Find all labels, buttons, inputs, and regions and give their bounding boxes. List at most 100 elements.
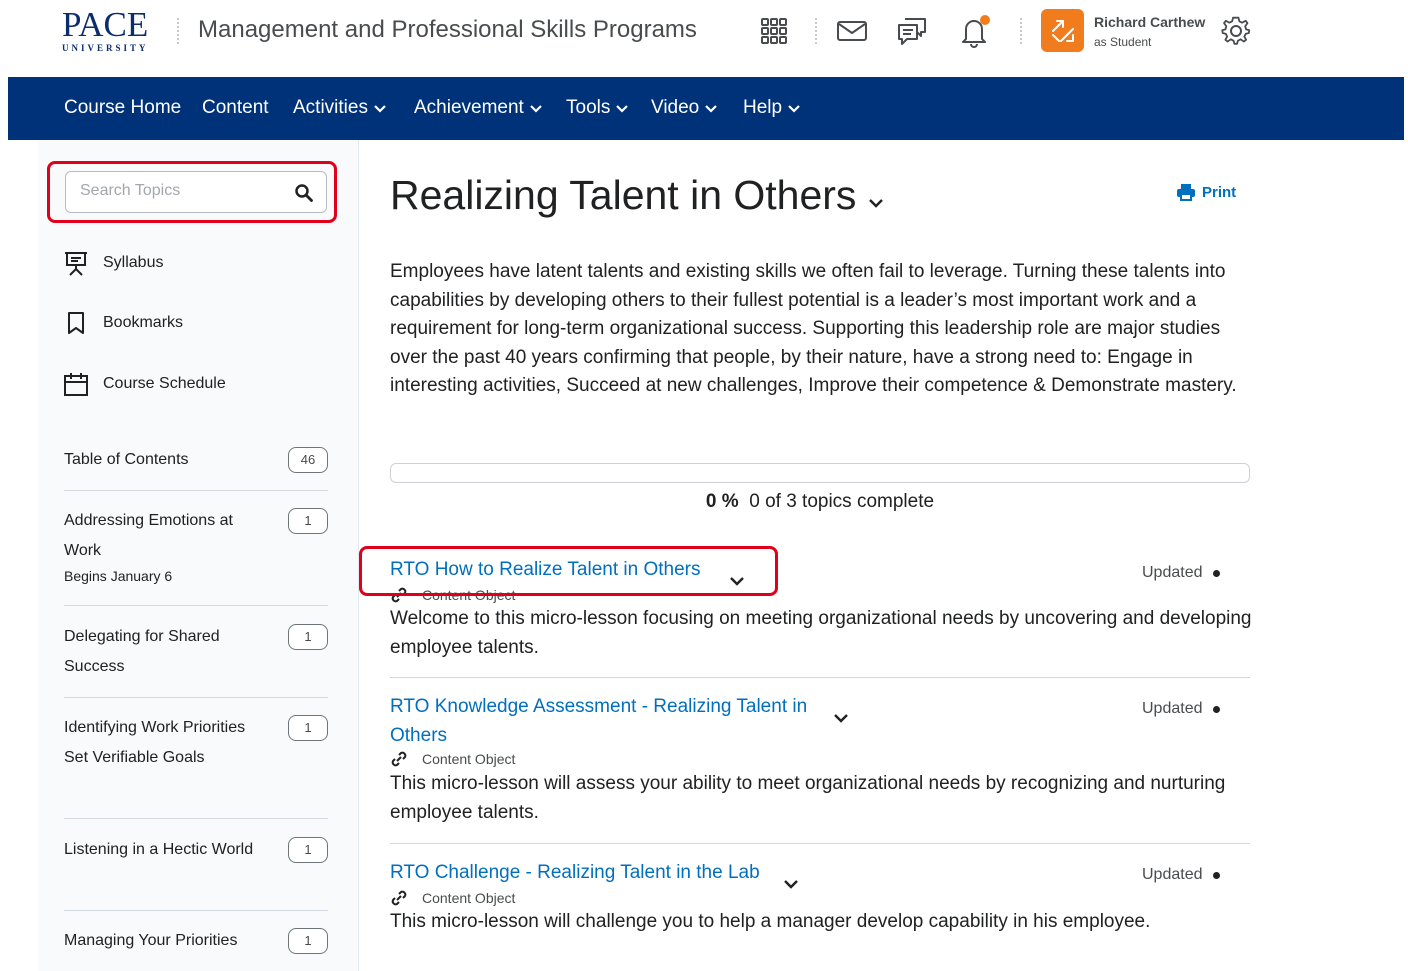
nav-tools[interactable]: Tools: [566, 97, 629, 119]
nav-video[interactable]: Video: [651, 97, 718, 119]
link-icon: [391, 890, 407, 906]
topic-type: Content Object: [390, 586, 515, 604]
link-icon: [391, 751, 407, 767]
progress-bar: [390, 463, 1250, 483]
calendar-icon: [63, 371, 89, 397]
toc-item-label: Delegating for Shared Success: [64, 628, 220, 675]
print-label: Print: [1202, 183, 1237, 201]
progress-count: 0 of 3 topics complete: [749, 491, 935, 512]
topic-status-label: Updated: [1142, 866, 1203, 883]
toc-item-date: Begins January 6: [64, 568, 173, 584]
nav-label: Content: [202, 97, 269, 118]
logo-main-text: PACE: [62, 5, 149, 44]
header-divider: [1020, 18, 1022, 44]
toc-count-badge: 1: [288, 837, 328, 863]
chevron-down-icon[interactable]: [728, 574, 746, 592]
nav-label: Achievement: [414, 97, 524, 118]
pace-logo[interactable]: PACE UNIVERSITY: [62, 5, 158, 54]
chat-icon[interactable]: [895, 14, 929, 48]
topic-status: Updated: [1142, 700, 1220, 718]
toc-count-badge: 1: [288, 715, 328, 741]
topic-title-link[interactable]: RTO How to Realize Talent in Others: [390, 556, 700, 585]
waffle-icon[interactable]: [757, 14, 791, 48]
top-header: PACE UNIVERSITY Management and Professio…: [0, 0, 1408, 77]
nav-label: Help: [743, 97, 783, 118]
toc-count-badge: 1: [288, 928, 328, 954]
topic-type: Content Object: [390, 750, 515, 768]
topic-status: Updated: [1142, 866, 1220, 884]
chevron-down-icon: [788, 105, 800, 113]
toc-item-table-of-contents[interactable]: Table of Contents 46: [64, 445, 328, 475]
chevron-down-icon[interactable]: [866, 196, 886, 215]
toc-item-label: Managing Your Priorities: [64, 932, 238, 949]
nav-content[interactable]: Content: [202, 97, 269, 119]
toc-divider: [64, 605, 328, 606]
course-title[interactable]: Management and Professional Skills Progr…: [198, 16, 697, 44]
nav-course-home[interactable]: Course Home: [64, 97, 181, 119]
toc-item-label: Addressing Emotions at Work: [64, 512, 233, 559]
bell-icon[interactable]: [957, 14, 991, 48]
link-icon: [391, 587, 407, 603]
search-topics-input[interactable]: [80, 182, 280, 200]
avatar[interactable]: [1041, 9, 1084, 52]
search-topics-box: [65, 171, 327, 213]
sidebar-item-label: Course Schedule: [103, 375, 226, 392]
printer-icon: [1177, 184, 1195, 201]
swap-icon: [1051, 19, 1074, 42]
status-dot-icon: [1212, 705, 1220, 713]
chevron-down-icon: [530, 105, 542, 113]
toc-item-listening[interactable]: Listening in a Hectic World 1: [64, 835, 328, 865]
topic-divider: [390, 843, 1250, 844]
nav-label: Course Home: [64, 97, 182, 118]
sidebar-item-course-schedule[interactable]: Course Schedule: [63, 371, 226, 397]
topic-type-label: Content Object: [422, 890, 516, 906]
toc-item-delegating[interactable]: Delegating for Shared Success 1: [64, 622, 328, 682]
module-description: Employees have latent talents and existi…: [390, 261, 1237, 396]
topic-divider: [390, 677, 1250, 678]
topic-title-link[interactable]: RTO Knowledge Assessment - Realizing Tal…: [390, 693, 820, 750]
topic-description: This micro-lesson will assess your abili…: [390, 773, 1226, 823]
topic-description: This micro-lesson will challenge you to …: [390, 911, 1151, 932]
nav-achievement[interactable]: Achievement: [414, 97, 542, 119]
toc-item-label: Listening in a Hectic World: [64, 841, 254, 858]
toc-count-badge: 1: [288, 624, 328, 650]
presentation-icon: [63, 250, 89, 276]
nav-help[interactable]: Help: [743, 97, 800, 119]
sidebar-item-syllabus[interactable]: Syllabus: [63, 250, 163, 276]
header-divider: [815, 18, 817, 44]
chevron-down-icon: [705, 105, 718, 113]
chevron-down-icon[interactable]: [782, 877, 800, 895]
toc-item-identifying-work-priorities[interactable]: Identifying Work Priorities Set Verifiab…: [64, 713, 328, 773]
gear-icon[interactable]: [1219, 14, 1253, 48]
mail-icon[interactable]: [835, 14, 869, 48]
progress-percent: 0 %: [705, 491, 739, 512]
print-button[interactable]: Print: [1176, 183, 1236, 201]
status-dot-icon: [1212, 871, 1220, 879]
toc-divider: [64, 818, 328, 819]
nav-label: Tools: [566, 97, 611, 118]
sidebar-item-label: Syllabus: [103, 254, 164, 271]
toc-item-managing-priorities[interactable]: Managing Your Priorities 1: [64, 926, 328, 956]
toc-item-addressing-emotions[interactable]: Addressing Emotions at Work Begins Janua…: [64, 506, 328, 586]
topic-type-label: Content Object: [422, 587, 516, 603]
toc-count-badge: 1: [288, 508, 328, 534]
topic-description: Welcome to this micro-lesson focusing on…: [390, 608, 1252, 658]
nav-label: Activities: [293, 97, 368, 118]
user-name[interactable]: Richard Carthew: [1094, 14, 1205, 30]
page-title: Realizing Talent in Others: [390, 172, 857, 218]
nav-label: Video: [651, 97, 700, 118]
topic-type: Content Object: [390, 889, 515, 907]
topic-status-label: Updated: [1142, 700, 1203, 717]
nav-activities[interactable]: Activities: [293, 97, 386, 119]
sidebar-item-bookmarks[interactable]: Bookmarks: [63, 310, 183, 336]
toc-count-badge: 46: [288, 447, 328, 473]
toc-divider: [64, 697, 328, 698]
topic-status-label: Updated: [1142, 564, 1203, 581]
chevron-down-icon[interactable]: [832, 711, 850, 729]
search-icon[interactable]: [294, 183, 314, 208]
chevron-down-icon: [616, 105, 629, 113]
logo-sub-text: UNIVERSITY: [62, 43, 149, 53]
topic-title-link[interactable]: RTO Challenge - Realizing Talent in the …: [390, 859, 760, 888]
toc-item-label: Identifying Work Priorities Set Verifiab…: [64, 719, 246, 766]
topic-type-label: Content Object: [422, 751, 516, 767]
